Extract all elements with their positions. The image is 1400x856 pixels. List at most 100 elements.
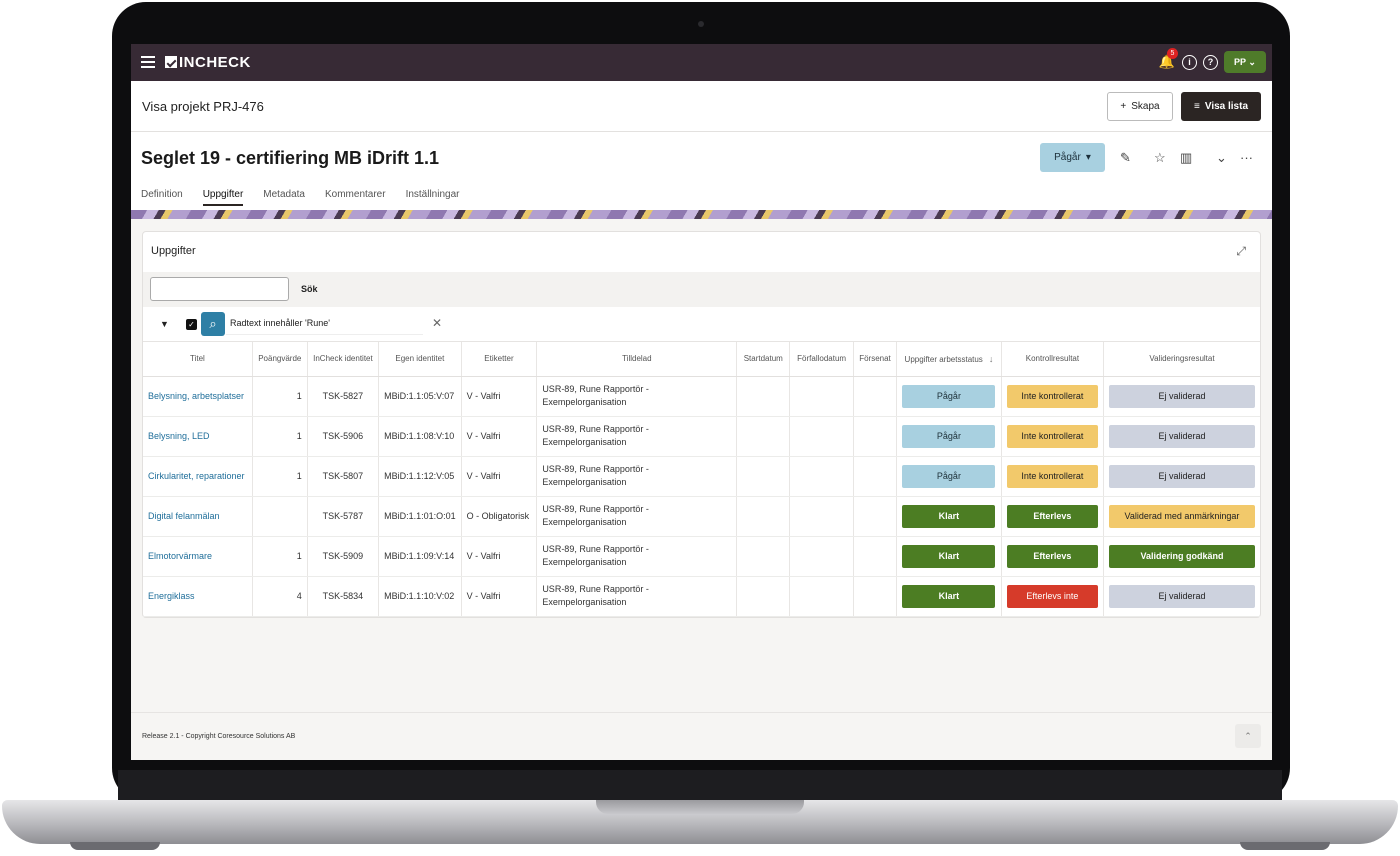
- user-initials: PP: [1234, 57, 1246, 67]
- task-title-link[interactable]: Elmotorvärmare: [148, 551, 212, 561]
- tab-kommentarer[interactable]: Kommentarer: [325, 189, 386, 206]
- column-header[interactable]: Kontrollresultat: [1001, 342, 1104, 377]
- table-row[interactable]: Elmotorvärmare 1 TSK-5909 MBiD:1.1:09:V:14 V…: [143, 536, 1260, 577]
- task-title-link[interactable]: Energiklass: [148, 591, 195, 601]
- assigned-cell: USR-89, Rune Rapportör - Exempelorganisa…: [536, 536, 738, 577]
- table-row[interactable]: Belysning, arbetsplatser 1 TSK-5827 MBiD:1.…: [143, 376, 1260, 417]
- column-header[interactable]: Startdatum: [736, 342, 791, 377]
- points-cell: 1: [296, 430, 302, 441]
- task-title-cell: Energiklass: [143, 576, 253, 617]
- incheck-id-cell: TSK-5909: [322, 550, 364, 561]
- column-header-sorted[interactable]: Uppgifter arbetsstatus ↓: [896, 342, 1002, 377]
- incheck-id-cell: TSK-5827: [307, 376, 380, 417]
- table-row[interactable]: Belysning, LED 1 TSK-5906 MBiD:1.1:08:V:10 V…: [143, 416, 1260, 457]
- show-list-button[interactable]: ≡ Visa lista: [1181, 92, 1261, 121]
- incheck-id-cell: TSK-5807: [307, 456, 380, 497]
- collapse-filter-icon[interactable]: ▼: [160, 319, 169, 329]
- column-header[interactable]: Tilldelad: [536, 342, 738, 377]
- task-title-link[interactable]: Cirkularitet, reparationer: [148, 471, 245, 481]
- column-header[interactable]: Valideringsresultat: [1103, 342, 1260, 377]
- book-icon[interactable]: ▥: [1180, 150, 1192, 166]
- project-status-dropdown[interactable]: Pågår ▾: [1040, 143, 1105, 172]
- create-button[interactable]: + Skapa: [1107, 92, 1173, 121]
- column-header[interactable]: Försenat: [853, 342, 897, 377]
- points-cell: 1: [296, 470, 302, 481]
- table-row[interactable]: Energiklass 4 TSK-5834 MBiD:1.1:10:V:02 V - …: [143, 576, 1260, 617]
- late-cell: [853, 456, 897, 497]
- incheck-id-cell: TSK-5827: [322, 390, 364, 401]
- validation-result-cell: Ej validerad: [1103, 376, 1260, 417]
- help-icon[interactable]: ?: [1203, 54, 1218, 70]
- caret-down-icon: ▾: [1085, 152, 1091, 163]
- start-date-cell: [736, 416, 791, 457]
- points-cell: 1: [252, 536, 308, 577]
- control-result-badge: Inte kontrollerat: [1006, 424, 1098, 448]
- task-title-link[interactable]: Belysning, LED: [148, 431, 210, 441]
- own-id-cell: MBiD:1.1:12:V:05: [384, 470, 455, 481]
- table-row[interactable]: Digital felanmälan TSK-5787 MBiD:1.1:01:O:…: [143, 496, 1260, 537]
- info-icon[interactable]: i: [1182, 54, 1197, 70]
- column-header[interactable]: Förfallodatum: [789, 342, 855, 377]
- laptop-notch: [596, 800, 804, 814]
- table-row[interactable]: Cirkularitet, reparationer 1 TSK-5807 MBiD:…: [143, 456, 1260, 497]
- own-id-cell: MBiD:1.1:05:V:07: [384, 390, 455, 401]
- control-result-cell: Efterlevs: [1001, 496, 1104, 537]
- edit-icon[interactable]: ✎: [1120, 150, 1131, 166]
- chevrons-down-icon[interactable]: ⌄: [1216, 150, 1227, 166]
- points-cell: [252, 496, 308, 537]
- assigned-cell: USR-89, Rune Rapportör - Exempelorganisa…: [542, 424, 649, 447]
- own-id-cell: MBiD:1.1:09:V:14: [384, 550, 455, 561]
- late-cell: [853, 576, 897, 617]
- task-title-link[interactable]: Belysning, arbetsplatser: [148, 391, 244, 401]
- validation-result-cell: Validerad med anmärkningar: [1103, 496, 1260, 537]
- star-icon[interactable]: ☆: [1154, 150, 1166, 166]
- due-date-cell: [789, 536, 855, 577]
- chevron-down-icon: ⌄: [1248, 57, 1256, 67]
- column-header[interactable]: InCheck identitet: [307, 342, 380, 377]
- start-date-cell: [736, 536, 791, 577]
- tab-definition[interactable]: Definition: [141, 189, 183, 206]
- late-cell: [853, 496, 897, 537]
- search-button[interactable]: Sök: [301, 284, 318, 294]
- filter-checkbox[interactable]: ✓: [186, 319, 197, 330]
- tags-cell: V - Valfri: [466, 430, 501, 441]
- validation-result-badge: Ej validerad: [1108, 584, 1255, 608]
- start-date-cell: [736, 496, 791, 537]
- assigned-cell: USR-89, Rune Rapportör - Exempelorganisa…: [542, 544, 649, 567]
- tab-installningar[interactable]: Inställningar: [406, 189, 460, 206]
- notifications-button[interactable]: 🔔 5: [1158, 48, 1178, 71]
- more-icon[interactable]: ···: [1240, 150, 1253, 165]
- tasks-panel: Uppgifter ⤢ Sök ▼ ✓ ⌕ Radtext innehåller…: [142, 231, 1261, 618]
- column-header[interactable]: Etiketter: [461, 342, 538, 377]
- own-id-cell: MBiD:1.1:05:V:07: [378, 376, 462, 417]
- validation-result-badge: Ej validerad: [1108, 464, 1255, 488]
- expand-icon[interactable]: ⤢: [1236, 244, 1246, 259]
- tab-uppgifter[interactable]: Uppgifter: [202, 189, 244, 206]
- menu-icon[interactable]: [141, 56, 155, 68]
- panel-title: Uppgifter: [151, 245, 196, 257]
- task-title-link[interactable]: Digital felanmälan: [148, 511, 220, 521]
- control-result-cell: Efterlevs: [1001, 536, 1104, 577]
- search-icon[interactable]: ⌕: [201, 312, 225, 336]
- top-navigation-bar: INCHECK 🔔 5 i ? PP ⌄: [131, 44, 1272, 81]
- brand-logo[interactable]: INCHECK: [165, 54, 251, 71]
- due-date-cell: [789, 576, 855, 617]
- user-menu-button[interactable]: PP ⌄: [1224, 51, 1266, 73]
- assigned-cell: USR-89, Rune Rapportör - Exempelorganisa…: [536, 456, 738, 497]
- column-header[interactable]: Poängvärde: [252, 342, 308, 377]
- close-icon[interactable]: ✕: [432, 316, 442, 330]
- column-header[interactable]: Egen identitet: [378, 342, 462, 377]
- column-header[interactable]: Titel: [143, 342, 253, 377]
- tags-cell: V - Valfri: [466, 390, 501, 401]
- footer: Release 2.1 - Copyright Coresource Solut…: [131, 712, 1272, 760]
- list-icon: ≡: [1193, 101, 1200, 112]
- task-title-cell: Belysning, arbetsplatser: [143, 376, 253, 417]
- scroll-to-top-button[interactable]: ⌃: [1235, 724, 1261, 748]
- search-input[interactable]: [150, 277, 289, 301]
- tab-metadata[interactable]: Metadata: [263, 189, 305, 206]
- tab-bar: Definition Uppgifter Metadata Kommentare…: [141, 189, 459, 206]
- incheck-id-cell: TSK-5787: [322, 510, 364, 521]
- filter-text[interactable]: Radtext innehåller 'Rune': [226, 313, 423, 335]
- assigned-cell: USR-89, Rune Rapportör - Exempelorganisa…: [542, 584, 649, 607]
- work-status-cell: Pågår: [896, 376, 1002, 417]
